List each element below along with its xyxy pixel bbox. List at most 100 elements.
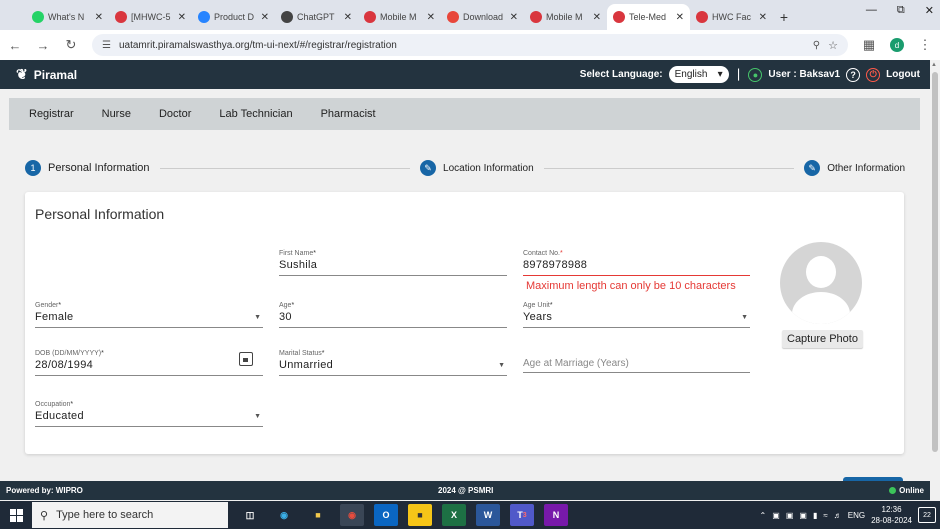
tab-close-icon[interactable]: ✕ [759, 12, 767, 23]
page-scrollbar[interactable]: ▲ [930, 60, 940, 480]
edge-icon[interactable]: ◉ [272, 504, 296, 526]
required-mark: * [559, 250, 563, 257]
tab-close-icon[interactable]: ✕ [344, 12, 352, 23]
task-view-icon[interactable]: ◫ [238, 504, 262, 526]
app-footer: Powered by: WIPRO 2024 @ PSMRI Online [0, 481, 930, 500]
dropdown-arrow-icon: ▼ [741, 314, 748, 321]
age-unit-select[interactable]: Age Unit* Years ▼ [523, 302, 750, 328]
language-select[interactable]: English ▾ [668, 66, 729, 83]
chevron-up-icon[interactable]: ⌃ [760, 511, 767, 520]
logout-link[interactable]: Logout [886, 69, 920, 80]
tab-close-icon[interactable]: ✕ [593, 12, 601, 23]
tab-close-icon[interactable]: ✕ [261, 12, 269, 23]
onenote-icon[interactable]: N [544, 504, 568, 526]
extensions-icon[interactable]: ▦ [862, 37, 876, 53]
window-controls: — ⧉ ✕ [866, 4, 934, 17]
gender-value: Female [35, 311, 74, 323]
powered-by-text: Powered by: WIPRO [6, 486, 83, 495]
browser-tab[interactable]: Tele-Med ✕ [607, 4, 690, 30]
step-connector [543, 167, 795, 169]
reload-icon[interactable]: ↻ [64, 37, 78, 53]
sticky-notes-icon[interactable]: ■ [408, 504, 432, 526]
contact-number-field[interactable]: Contact No.* 8978978988 Maximum length c… [523, 250, 750, 292]
excel-icon[interactable]: X [442, 504, 466, 526]
tab-favicon-icon [447, 11, 459, 23]
tab-close-icon[interactable]: ✕ [178, 12, 186, 23]
step-location-information[interactable]: ✎ Location Information [420, 160, 534, 176]
taskbar-search[interactable]: ⚲ Type here to search [32, 502, 228, 528]
role-tab-lab-technician[interactable]: Lab Technician [219, 108, 292, 120]
notification-center-icon[interactable]: 22 [918, 507, 936, 523]
password-key-icon[interactable]: ⚲ [813, 40, 820, 51]
user-label: User : Baksav1 [768, 69, 841, 80]
help-icon[interactable]: ? [846, 67, 861, 82]
bluetooth-icon[interactable]: ᛁ [735, 67, 743, 82]
online-status-text: Online [899, 486, 924, 495]
tab-title: HWC Fac [712, 12, 751, 22]
tab-close-icon[interactable]: ✕ [95, 12, 103, 23]
dob-field[interactable]: DOB (DD/MM/YYYY)* 28/08/1994 [35, 350, 263, 376]
browser-tab[interactable]: Mobile M ✕ [358, 4, 441, 30]
browser-menu-icon[interactable]: ⋮ [918, 37, 932, 53]
step-connector [159, 167, 411, 169]
app-header: ❦ Piramal Select Language: English ▾ ᛁ ●… [0, 60, 930, 89]
network-monitor-icon[interactable]: ▣ [772, 511, 780, 520]
first-name-field[interactable]: First Name* Sushila [279, 250, 507, 276]
url-text: uatamrit.piramalswasthya.org/tm-ui-next/… [118, 39, 397, 51]
site-info-icon[interactable]: ☰ [102, 40, 111, 51]
role-tab-pharmacist[interactable]: Pharmacist [321, 108, 376, 120]
role-tab-nurse[interactable]: Nurse [102, 108, 131, 120]
volume-icon[interactable]: ♬ [834, 511, 842, 520]
scroll-up-icon[interactable]: ▲ [931, 62, 937, 68]
minimize-icon[interactable]: — [866, 4, 877, 17]
bookmark-star-icon[interactable]: ☆ [828, 39, 838, 52]
browser-tab[interactable]: ChatGPT ✕ [275, 4, 358, 30]
role-tab-registrar[interactable]: Registrar [29, 108, 74, 120]
step-personal-information[interactable]: 1 Personal Information [25, 160, 150, 176]
browser-tab[interactable]: Mobile M ✕ [524, 4, 607, 30]
age-field[interactable]: Age* 30 [279, 302, 507, 328]
new-tab-button[interactable]: + [773, 4, 795, 30]
start-button[interactable] [0, 501, 32, 529]
marital-status-select[interactable]: Marital Status* Unmarried ▼ [279, 350, 507, 376]
tab-favicon-icon [613, 11, 625, 23]
wifi-icon[interactable]: ≈ [823, 511, 827, 520]
browser-tab[interactable]: HWC Fac ✕ [690, 4, 773, 30]
profile-photo-placeholder [780, 242, 862, 324]
browser-tab[interactable]: Product D ✕ [192, 4, 275, 30]
browser-tab[interactable]: [MHWC-5 ✕ [109, 4, 192, 30]
system-clock[interactable]: 12:36 28-08-2024 [871, 504, 912, 526]
tab-close-icon[interactable]: ✕ [427, 12, 435, 23]
camera-icon[interactable]: ▣ [786, 511, 794, 520]
step-label: Location Information [443, 162, 534, 174]
gender-select[interactable]: Gender* Female ▼ [35, 302, 263, 328]
teams-icon[interactable]: T3 [510, 504, 534, 526]
chrome-icon[interactable]: ◉ [340, 504, 364, 526]
forward-icon[interactable]: → [36, 38, 50, 53]
search-placeholder: Type here to search [56, 509, 154, 521]
scroll-thumb[interactable] [932, 72, 938, 452]
restore-icon[interactable]: ⧉ [897, 4, 905, 17]
close-window-icon[interactable]: ✕ [925, 4, 934, 17]
occupation-select[interactable]: Occupation* Educated ▼ [35, 401, 263, 427]
tab-close-icon[interactable]: ✕ [676, 12, 684, 23]
capture-photo-button[interactable]: Capture Photo [782, 330, 863, 348]
outlook-icon[interactable]: O [374, 504, 398, 526]
age-unit-value: Years [523, 311, 553, 323]
profile-avatar[interactable]: d [890, 38, 904, 52]
file-explorer-icon[interactable]: ■ [306, 504, 330, 526]
display-icon[interactable]: ▣ [799, 511, 807, 520]
word-icon[interactable]: W [476, 504, 500, 526]
battery-icon[interactable]: ▮ [813, 511, 817, 520]
back-icon[interactable]: ← [8, 38, 22, 53]
role-tab-doctor[interactable]: Doctor [159, 108, 191, 120]
age-at-marriage-field[interactable]: Age at Marriage (Years) [523, 350, 750, 373]
url-field[interactable]: ☰ uatamrit.piramalswasthya.org/tm-ui-nex… [92, 34, 848, 56]
step-other-information[interactable]: ✎ Other Information [804, 160, 905, 176]
browser-tab[interactable]: What's N ✕ [26, 4, 109, 30]
calendar-icon[interactable] [239, 352, 253, 366]
language-indicator[interactable]: ENG [848, 511, 865, 520]
tab-close-icon[interactable]: ✕ [510, 12, 518, 23]
power-icon[interactable]: ⏻ [866, 67, 881, 82]
browser-tab[interactable]: Download ✕ [441, 4, 524, 30]
